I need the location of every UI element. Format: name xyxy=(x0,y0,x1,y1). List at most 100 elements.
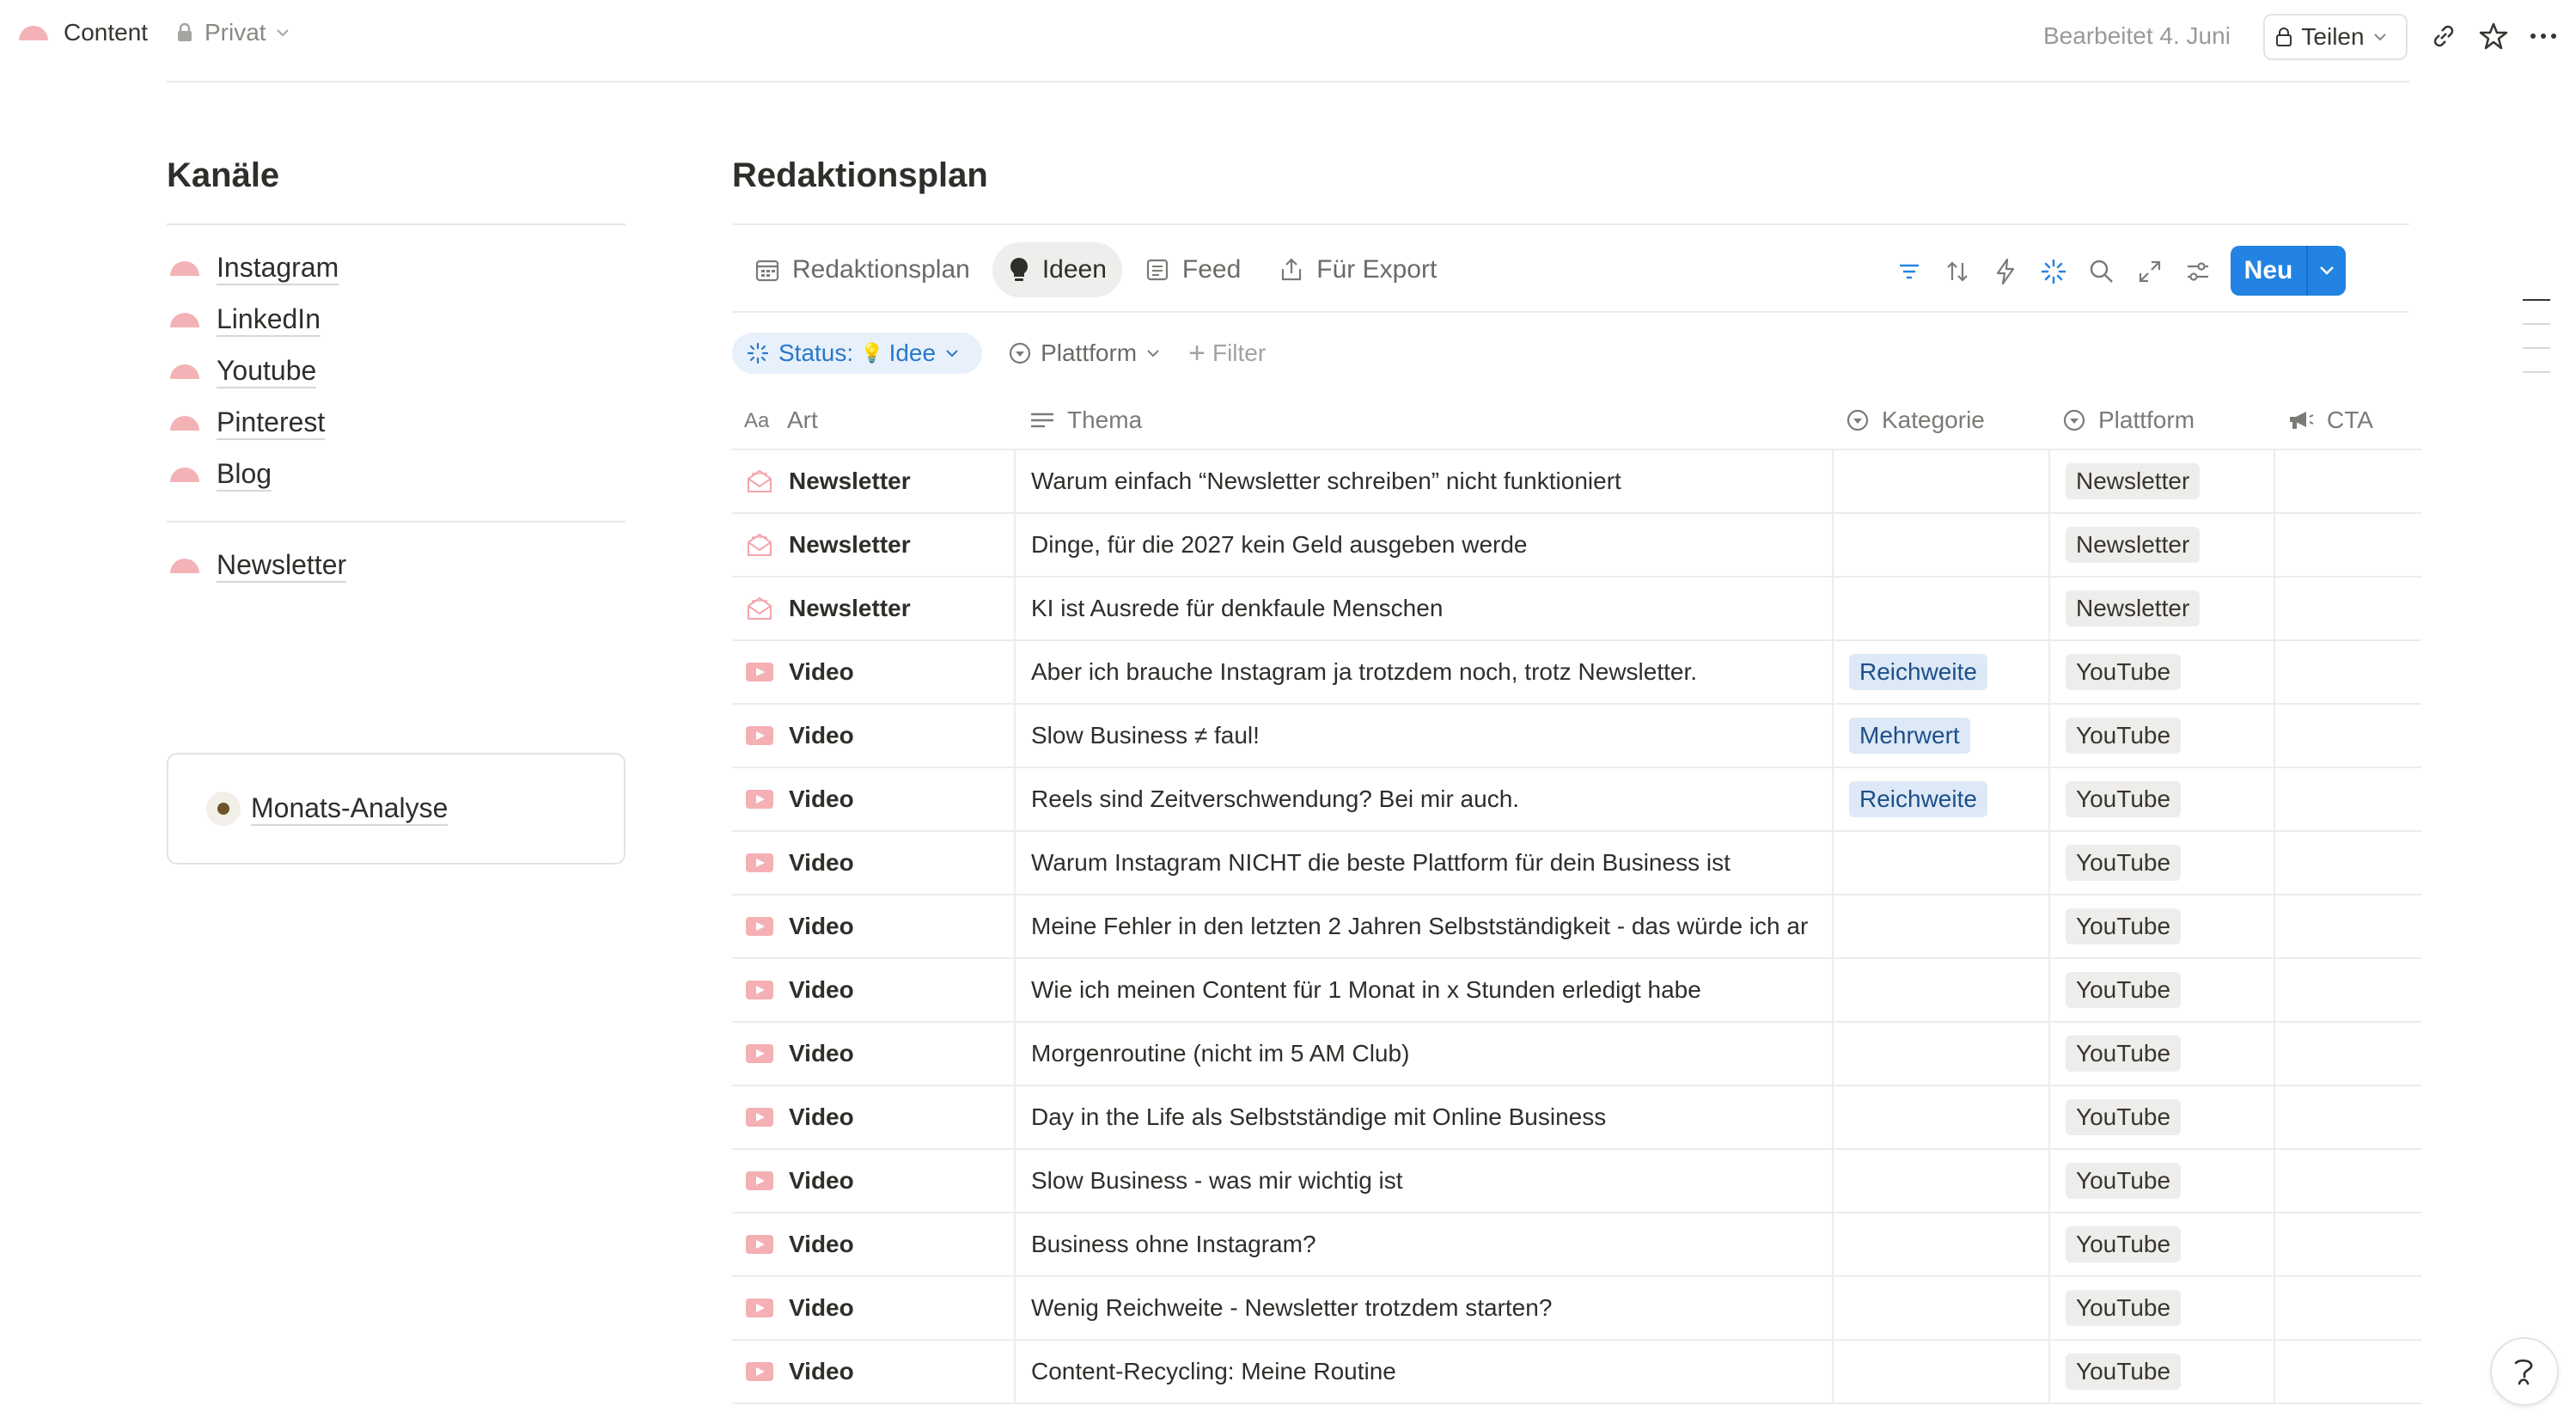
cell-art[interactable]: Video xyxy=(732,641,1016,703)
cell-art[interactable]: Video xyxy=(732,1213,1016,1275)
table-row[interactable]: Video Wie ich meinen Content für 1 Monat … xyxy=(732,959,2421,1023)
channel-link-youtube[interactable]: Youtube xyxy=(170,354,317,388)
cell-cta[interactable] xyxy=(2275,959,2421,1021)
cell-plattform[interactable]: YouTube xyxy=(2050,1086,2275,1148)
add-filter-button[interactable]: + Filter xyxy=(1188,339,1266,368)
cell-kategorie[interactable] xyxy=(1834,1086,2050,1148)
settings-sliders-icon[interactable] xyxy=(2182,256,2213,287)
cell-art[interactable]: Newsletter xyxy=(732,578,1016,639)
table-row[interactable]: Newsletter Warum einfach “Newsletter schr… xyxy=(732,450,2421,514)
column-header-cta[interactable]: CTA xyxy=(2287,390,2373,450)
link-icon[interactable] xyxy=(2428,21,2459,52)
sort-icon[interactable] xyxy=(1942,256,1973,287)
tab-feed[interactable]: Feed xyxy=(1129,242,1256,297)
column-header-art[interactable]: Aa Art xyxy=(744,390,818,450)
table-row[interactable]: Video Day in the Life als Selbstständige … xyxy=(732,1086,2421,1150)
cell-kategorie[interactable] xyxy=(1834,1213,2050,1275)
table-row[interactable]: Video Morgenroutine (nicht im 5 AM Club) Y… xyxy=(732,1023,2421,1086)
cell-art[interactable]: Newsletter xyxy=(732,450,1016,512)
outline-marker[interactable] xyxy=(2523,371,2550,373)
cell-thema[interactable]: Meine Fehler in den letzten 2 Jahren Sel… xyxy=(1016,895,1834,957)
cell-art[interactable]: Video xyxy=(732,1023,1016,1085)
cell-plattform[interactable]: YouTube xyxy=(2050,959,2275,1021)
share-button[interactable]: Teilen xyxy=(2263,14,2408,60)
channel-link-pinterest[interactable]: Pinterest xyxy=(170,406,326,440)
cell-art[interactable]: Video xyxy=(732,1277,1016,1339)
table-row[interactable]: Video Aber ich brauche Instagram ja trotz… xyxy=(732,641,2421,705)
channel-link-instagram[interactable]: Instagram xyxy=(170,251,339,285)
cell-plattform[interactable]: Newsletter xyxy=(2050,578,2275,639)
platform-filter-chip[interactable]: Plattform xyxy=(1008,339,1161,367)
filter-icon[interactable] xyxy=(1894,256,1925,287)
loading-spinner-icon[interactable] xyxy=(2038,256,2069,287)
cell-kategorie[interactable] xyxy=(1834,450,2050,512)
cell-kategorie[interactable] xyxy=(1834,1277,2050,1339)
cell-plattform[interactable]: YouTube xyxy=(2050,1213,2275,1275)
cell-plattform[interactable]: YouTube xyxy=(2050,1277,2275,1339)
cell-thema[interactable]: Morgenroutine (nicht im 5 AM Club) xyxy=(1016,1023,1834,1085)
cell-art[interactable]: Video xyxy=(732,832,1016,894)
cell-cta[interactable] xyxy=(2275,705,2421,767)
cell-kategorie[interactable] xyxy=(1834,1150,2050,1212)
cell-kategorie[interactable] xyxy=(1834,895,2050,957)
expand-icon[interactable] xyxy=(2134,256,2165,287)
search-icon[interactable] xyxy=(2086,256,2117,287)
table-row[interactable]: Video Meine Fehler in den letzten 2 Jahre… xyxy=(732,895,2421,959)
more-icon[interactable] xyxy=(2528,21,2559,52)
channel-link-newsletter[interactable]: Newsletter xyxy=(170,548,347,583)
outline-marker[interactable] xyxy=(2523,323,2550,325)
table-row[interactable]: Video Business ohne Instagram? YouTube xyxy=(732,1213,2421,1277)
table-row[interactable]: Video Slow Business ≠ faul! Mehrwert YouTub… xyxy=(732,705,2421,768)
cell-art[interactable]: Video xyxy=(732,768,1016,830)
cell-plattform[interactable]: YouTube xyxy=(2050,1023,2275,1085)
star-icon[interactable] xyxy=(2478,21,2509,52)
cell-cta[interactable] xyxy=(2275,1213,2421,1275)
cell-art[interactable]: Newsletter xyxy=(732,514,1016,576)
cell-plattform[interactable]: Newsletter xyxy=(2050,514,2275,576)
cell-art[interactable]: Video xyxy=(732,959,1016,1021)
column-header-plattform[interactable]: Plattform xyxy=(2062,390,2194,450)
visibility-dropdown[interactable]: Privat xyxy=(175,19,290,46)
cell-art[interactable]: Video xyxy=(732,1086,1016,1148)
cell-kategorie[interactable] xyxy=(1834,1023,2050,1085)
cell-thema[interactable]: Reels sind Zeitverschwendung? Bei mir au… xyxy=(1016,768,1834,830)
cell-kategorie[interactable] xyxy=(1834,514,2050,576)
new-entry-button[interactable]: Neu xyxy=(2231,246,2346,296)
cell-plattform[interactable]: YouTube xyxy=(2050,768,2275,830)
channel-link-linkedin[interactable]: LinkedIn xyxy=(170,303,320,337)
cell-cta[interactable] xyxy=(2275,895,2421,957)
cell-cta[interactable] xyxy=(2275,832,2421,894)
cell-plattform[interactable]: YouTube xyxy=(2050,832,2275,894)
table-row[interactable]: Video Warum Instagram NICHT die beste Pla… xyxy=(732,832,2421,895)
cell-thema[interactable]: Aber ich brauche Instagram ja trotzdem n… xyxy=(1016,641,1834,703)
cell-cta[interactable] xyxy=(2275,450,2421,512)
cell-cta[interactable] xyxy=(2275,514,2421,576)
cell-cta[interactable] xyxy=(2275,768,2421,830)
outline-marker[interactable] xyxy=(2523,299,2550,301)
breadcrumb-page[interactable]: Content xyxy=(19,19,148,46)
automation-icon[interactable] xyxy=(1990,256,2021,287)
table-row[interactable]: Video Content-Recycling: Meine Routine You… xyxy=(732,1341,2421,1404)
cell-cta[interactable] xyxy=(2275,578,2421,639)
cell-cta[interactable] xyxy=(2275,1341,2421,1403)
cell-thema[interactable]: Slow Business ≠ faul! xyxy=(1016,705,1834,767)
new-entry-dropdown[interactable] xyxy=(2308,265,2346,277)
tab-fuer-export[interactable]: Für Export xyxy=(1263,242,1452,297)
channel-link-blog[interactable]: Blog xyxy=(170,457,272,492)
cell-thema[interactable]: Content-Recycling: Meine Routine xyxy=(1016,1341,1834,1403)
cell-art[interactable]: Video xyxy=(732,1341,1016,1403)
table-row[interactable]: Newsletter Dinge, für die 2027 kein Geld … xyxy=(732,514,2421,578)
cell-thema[interactable]: Warum Instagram NICHT die beste Plattfor… xyxy=(1016,832,1834,894)
cell-kategorie[interactable] xyxy=(1834,959,2050,1021)
cell-plattform[interactable]: YouTube xyxy=(2050,641,2275,703)
cell-thema[interactable]: Slow Business - was mir wichtig ist xyxy=(1016,1150,1834,1212)
cell-plattform[interactable]: YouTube xyxy=(2050,895,2275,957)
cell-cta[interactable] xyxy=(2275,1086,2421,1148)
cell-kategorie[interactable]: Mehrwert xyxy=(1834,705,2050,767)
cell-cta[interactable] xyxy=(2275,1150,2421,1212)
monthly-analysis-callout[interactable]: Monats-Analyse xyxy=(167,753,626,865)
cell-plattform[interactable]: YouTube xyxy=(2050,705,2275,767)
cell-kategorie[interactable] xyxy=(1834,578,2050,639)
cell-thema[interactable]: KI ist Ausrede für denkfaule Menschen xyxy=(1016,578,1834,639)
column-header-thema[interactable]: Thema xyxy=(1029,390,1142,450)
